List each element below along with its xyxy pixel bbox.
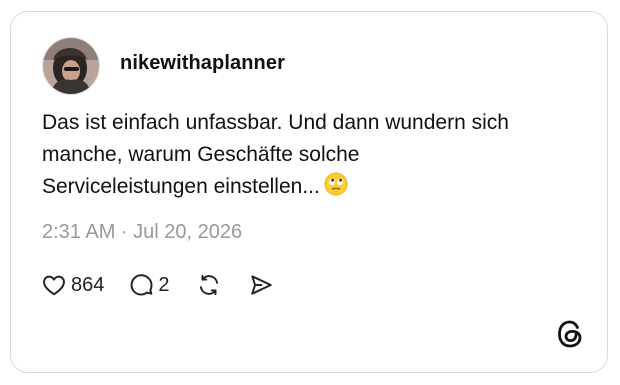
repost-button[interactable]: [196, 272, 222, 298]
reply-button[interactable]: 2: [128, 272, 170, 298]
post-timestamp[interactable]: 2:31 AM · Jul 20, 2026: [42, 221, 242, 244]
reply-count: 2: [158, 273, 170, 296]
face-with-rolling-eyes-icon: [324, 172, 348, 206]
avatar[interactable]: [42, 37, 100, 95]
threads-logo-icon[interactable]: [556, 319, 584, 354]
post-text-line: Serviceleistungen einstellen...: [42, 171, 582, 206]
comment-icon: [128, 272, 154, 298]
share-button[interactable]: [248, 272, 274, 298]
post-text-line: manche, warum Geschäfte solche: [42, 143, 360, 166]
send-icon: [248, 272, 274, 298]
post-text: Das ist einfach unfassbar. Und dann wund…: [42, 107, 582, 206]
post-text-segment: Serviceleistungen einstellen...: [42, 175, 320, 198]
heart-icon: [41, 272, 67, 298]
repost-icon: [196, 272, 222, 298]
post-text-line: Das ist einfach unfassbar. Und dann wund…: [42, 111, 509, 134]
username[interactable]: nikewithaplanner: [120, 52, 285, 75]
like-count: 864: [71, 273, 105, 296]
action-bar: 864 2: [41, 270, 274, 300]
like-button[interactable]: 864: [41, 272, 104, 298]
post-card: nikewithaplanner Das ist einfach unfassb…: [10, 11, 608, 373]
